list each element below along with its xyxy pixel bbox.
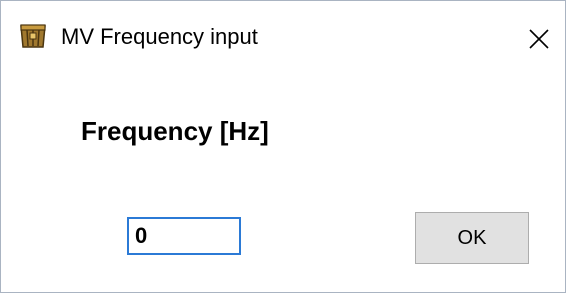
frequency-input[interactable] xyxy=(127,217,241,255)
frequency-label: Frequency [Hz] xyxy=(81,116,269,146)
close-button[interactable] xyxy=(519,1,565,71)
app-crate-icon xyxy=(18,23,48,49)
dialog-window: MV Frequency input Frequency [Hz] OK xyxy=(0,0,566,293)
dialog-content: Frequency [Hz] OK xyxy=(1,71,565,292)
close-icon xyxy=(529,29,549,49)
ok-button[interactable]: OK xyxy=(415,212,529,264)
window-title: MV Frequency input xyxy=(61,24,258,49)
title-bar[interactable]: MV Frequency input xyxy=(1,1,565,71)
